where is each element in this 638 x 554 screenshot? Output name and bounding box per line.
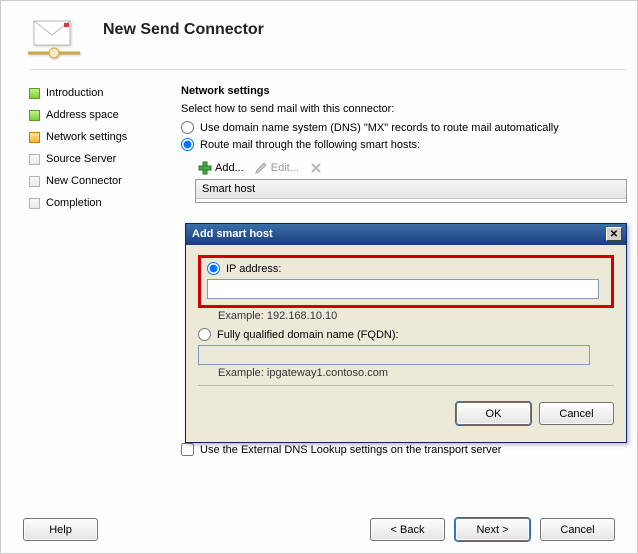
external-dns-label: Use the External DNS Lookup settings on … bbox=[200, 444, 501, 456]
radio-use-dns[interactable] bbox=[181, 121, 194, 134]
page-title: New Send Connector bbox=[103, 17, 264, 39]
step-state-icon bbox=[29, 88, 40, 99]
back-button[interactable]: < Back bbox=[370, 518, 445, 541]
radio-ip-address-label: IP address: bbox=[226, 263, 281, 275]
add-button[interactable]: Add... bbox=[195, 159, 247, 177]
fqdn-input bbox=[198, 345, 590, 365]
dialog-title-text: Add smart host bbox=[192, 228, 273, 240]
step-source-server[interactable]: Source Server bbox=[29, 153, 177, 165]
step-network-settings[interactable]: Network settings bbox=[29, 131, 177, 143]
add-smart-host-dialog: Add smart host ✕ IP address: Example: 19… bbox=[185, 223, 627, 443]
ip-address-input[interactable] bbox=[207, 279, 599, 299]
ip-address-highlight: IP address: bbox=[198, 255, 614, 308]
wizard-steps-sidebar: Introduction Address space Network setti… bbox=[29, 79, 177, 456]
smart-host-list[interactable]: Smart host bbox=[195, 179, 627, 203]
step-new-connector[interactable]: New Connector bbox=[29, 175, 177, 187]
radio-fqdn[interactable] bbox=[198, 328, 211, 341]
step-completion[interactable]: Completion bbox=[29, 197, 177, 209]
step-address-space[interactable]: Address space bbox=[29, 109, 177, 121]
radio-use-dns-label: Use domain name system (DNS) "MX" record… bbox=[200, 122, 559, 134]
fqdn-example-text: Example: ipgateway1.contoso.com bbox=[218, 367, 614, 379]
step-introduction[interactable]: Introduction bbox=[29, 87, 177, 99]
next-button[interactable]: Next > bbox=[455, 518, 530, 541]
radio-use-smart-hosts[interactable] bbox=[181, 138, 194, 151]
step-state-icon bbox=[29, 132, 40, 143]
section-title: Network settings bbox=[181, 85, 627, 97]
step-state-icon bbox=[29, 154, 40, 165]
step-state-icon bbox=[29, 176, 40, 187]
mail-icon bbox=[27, 17, 81, 59]
close-icon[interactable]: ✕ bbox=[606, 227, 622, 241]
pencil-icon bbox=[254, 161, 268, 175]
wizard-footer: Help < Back Next > Cancel bbox=[1, 518, 637, 541]
help-button[interactable]: Help bbox=[23, 518, 98, 541]
ok-button[interactable]: OK bbox=[456, 402, 531, 425]
cancel-button[interactable]: Cancel bbox=[539, 402, 614, 425]
step-state-icon bbox=[29, 110, 40, 121]
wizard-window: New Send Connector Introduction Address … bbox=[0, 0, 638, 554]
smart-host-toolbar: Add... Edit... bbox=[195, 159, 627, 177]
cross-icon bbox=[309, 161, 323, 175]
instruction-text: Select how to send mail with this connec… bbox=[181, 103, 627, 115]
smart-host-column-header: Smart host bbox=[196, 180, 626, 199]
step-state-icon bbox=[29, 198, 40, 209]
ip-example-text: Example: 192.168.10.10 bbox=[218, 310, 614, 322]
delete-button bbox=[306, 159, 329, 177]
wizard-cancel-button[interactable]: Cancel bbox=[540, 518, 615, 541]
radio-fqdn-label: Fully qualified domain name (FQDN): bbox=[217, 329, 399, 341]
external-dns-checkbox[interactable] bbox=[181, 443, 194, 456]
plus-icon bbox=[198, 161, 212, 175]
radio-use-smart-hosts-label: Route mail through the following smart h… bbox=[200, 139, 420, 151]
divider bbox=[29, 61, 627, 79]
dialog-titlebar[interactable]: Add smart host ✕ bbox=[186, 224, 626, 245]
edit-button: Edit... bbox=[251, 159, 302, 177]
radio-ip-address[interactable] bbox=[207, 262, 220, 275]
header: New Send Connector bbox=[1, 1, 637, 61]
